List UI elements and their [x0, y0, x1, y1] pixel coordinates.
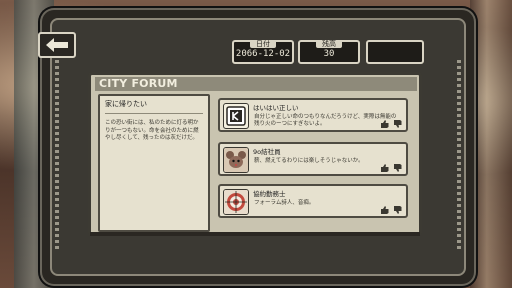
- vote-buttons: [380, 120, 402, 128]
- balance-label: 残高: [316, 40, 342, 48]
- date-display: 日付 2066-12-02: [232, 40, 294, 64]
- thumbs-down-icon[interactable]: [393, 206, 402, 214]
- reply-post[interactable]: はいはい正しい 自分じゃ正しい命のつもりなんだろうけど、実際は無能の残り火のーつ…: [218, 98, 408, 132]
- frame-decoration-right: [457, 60, 461, 250]
- thread-body: この恐い街には、私のために灯る明かりが一つもない。命を会社のために燃やし尽くして…: [105, 120, 199, 141]
- thumbs-up-icon[interactable]: [380, 206, 389, 214]
- thumbs-down-icon[interactable]: [393, 120, 402, 128]
- date-label: 日付: [250, 40, 276, 48]
- back-arrow-icon: [46, 38, 68, 52]
- forum-title: CITY FORUM: [95, 77, 417, 91]
- thumbs-up-icon[interactable]: [380, 164, 389, 172]
- forum-panel-shadow: [90, 232, 420, 236]
- frame-decoration-left: [55, 60, 59, 250]
- thread-title: 家に帰りたい: [105, 100, 203, 114]
- reply-author: 9o結社員: [253, 148, 281, 156]
- date-value: 2066-12-02: [235, 49, 291, 59]
- balance-value: 30: [323, 49, 335, 59]
- reply-post[interactable]: 9o結社員 薪、燃えてるわりには楽しそうじゃないか。: [218, 142, 408, 176]
- background-pillar-right: [470, 0, 512, 288]
- rat-face-icon: [223, 147, 249, 173]
- vote-buttons: [380, 206, 402, 214]
- reply-text: 薪、燃えてるわりには楽しそうじゃないか。: [254, 158, 364, 164]
- back-button[interactable]: [38, 32, 76, 58]
- thumbs-up-icon[interactable]: [380, 120, 389, 128]
- reply-author: はいはい正しい: [253, 104, 299, 112]
- reply-text: 自分じゃ正しい命のつもりなんだろうけど、実際は無能の残り火のーつにすぎないよ。: [254, 114, 397, 127]
- vote-buttons: [380, 164, 402, 172]
- rat-emblem-icon: [223, 103, 249, 129]
- thumbs-down-icon[interactable]: [393, 164, 402, 172]
- reply-author: 協約勤務士: [253, 190, 286, 198]
- balance-display: 残高 30: [298, 40, 360, 64]
- reply-post[interactable]: 協約勤務士 フォーラム詩人、音痴。: [218, 184, 408, 218]
- reply-text: フォーラム詩人、音痴。: [254, 200, 315, 206]
- thread-card[interactable]: 家に帰りたい この恐い街には、私のために灯る明かりが一つもない。命を会社のために…: [98, 94, 210, 232]
- target-face-icon: [223, 189, 249, 215]
- empty-display: [366, 40, 424, 64]
